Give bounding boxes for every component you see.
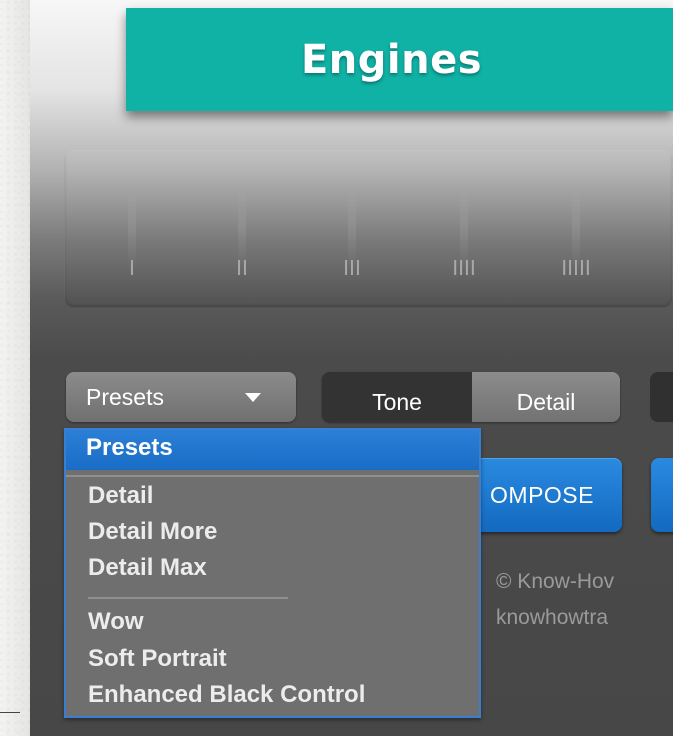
tab-tone-label: Tone	[372, 388, 422, 415]
menu-item-detail-more[interactable]: Detail More	[88, 518, 217, 546]
engine-label-3: III	[343, 256, 361, 280]
menu-item-soft-portrait[interactable]: Soft Portrait	[88, 645, 227, 673]
presets-dropdown-label: Presets	[86, 383, 164, 410]
menu-item-selected[interactable]: Presets	[66, 430, 479, 470]
menu-item-enhanced-black-control[interactable]: Enhanced Black Control	[88, 681, 365, 709]
tab-detail-label: Detail	[516, 388, 576, 415]
menu-item-detail-max[interactable]: Detail Max	[88, 554, 207, 582]
page-title: Engines	[300, 36, 483, 83]
menu-item-wow[interactable]: Wow	[88, 608, 144, 636]
engine-label-2: II	[236, 256, 248, 280]
tab-tone[interactable]: Tone	[322, 372, 472, 422]
left-edge-shadow	[0, 0, 30, 736]
engine-label-1: I	[129, 256, 135, 280]
engine-selector-panel: I II III IIII IIIII	[64, 150, 673, 308]
tab-partial-right[interactable]	[650, 372, 673, 422]
chevron-down-icon	[245, 393, 261, 402]
menu-item-selected-label: Presets	[86, 434, 173, 461]
engine-label-4: IIII	[452, 256, 476, 280]
engine-label-5: IIIII	[561, 256, 591, 280]
left-edge-line	[0, 712, 20, 713]
menu-divider-middle	[88, 597, 288, 599]
website-link[interactable]: knowhowtra	[496, 606, 608, 630]
presets-dropdown-menu: Presets Detail Detail More Detail Max Wo…	[64, 428, 481, 718]
tab-detail[interactable]: Detail	[472, 372, 620, 422]
presets-dropdown-button[interactable]: Presets	[66, 372, 296, 422]
action-button-partial-right[interactable]	[651, 458, 673, 532]
mode-tab-group: Tone Detail	[322, 372, 620, 422]
menu-item-detail[interactable]: Detail	[88, 482, 153, 510]
copyright-text: © Know-Hov	[496, 570, 615, 593]
menu-divider-top	[66, 475, 479, 477]
compose-button-label: OMPOSE	[490, 481, 594, 508]
title-banner: Engines	[126, 8, 673, 111]
